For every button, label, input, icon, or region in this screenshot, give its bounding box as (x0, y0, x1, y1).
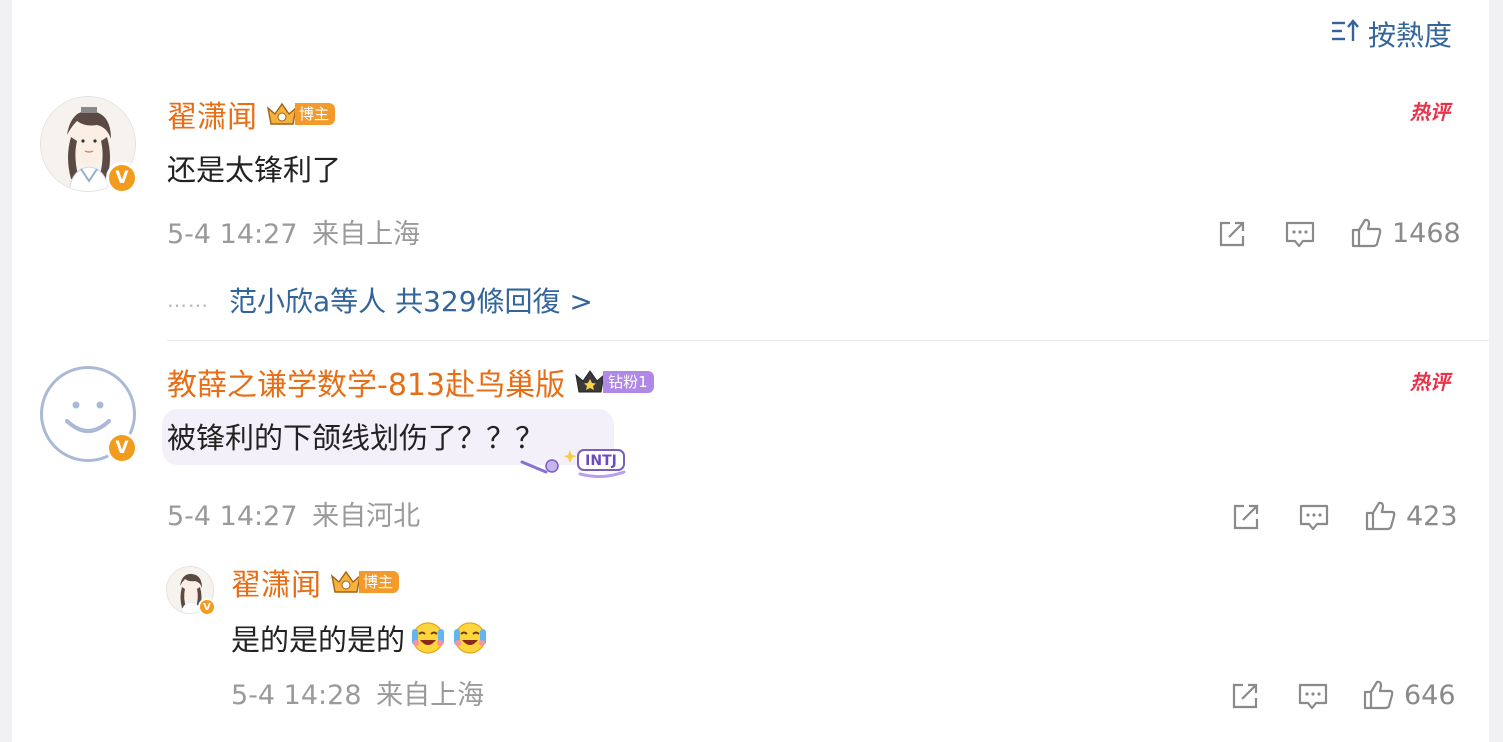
hot-comment-tag: 热评 (1410, 370, 1450, 394)
view-replies-link[interactable]: 范小欣a等人 共329條回復 > (229, 280, 593, 320)
reply-location: 来自上海 (376, 680, 485, 711)
comment-header: 翟潇闻 博主 (167, 92, 336, 136)
like-count: 1468 (1392, 217, 1461, 249)
share-icon (1232, 683, 1258, 709)
reply-username[interactable]: 翟潇闻 (231, 560, 321, 604)
comment-time: 5-4 14:27 (167, 219, 298, 250)
like-button[interactable]: 646 (1362, 678, 1456, 712)
verified-badge: V (106, 432, 138, 464)
hot-comment-tag: 热评 (1410, 100, 1450, 124)
intj-sticker: INTJ (518, 436, 628, 479)
thumbs-up-icon (1351, 218, 1382, 248)
comment-section: 按熱度 V 翟潇闻 博主 热评 还是太锋利了 5-4 14:27 来自上海 14… (0, 0, 1503, 742)
avatar[interactable]: V (40, 366, 138, 464)
fan-crown-icon (575, 370, 605, 393)
reply-time: 5-4 14:28 (231, 680, 362, 711)
comment-meta: 5-4 14:27 来自上海 (167, 216, 420, 254)
comment-icon (1299, 504, 1329, 531)
reply-header: 翟潇闻 博主 (231, 560, 400, 604)
comment-time: 5-4 14:27 (167, 501, 298, 532)
thumbs-up-icon (1365, 501, 1396, 531)
comment-button[interactable] (1283, 218, 1317, 250)
blogger-badge: 博主 (265, 102, 336, 126)
divider (167, 340, 1489, 341)
crown-icon (266, 102, 298, 125)
sort-label: 按熱度 (1368, 19, 1453, 52)
comment-meta: 5-4 14:27 来自河北 (167, 498, 420, 536)
reply-content: 是的是的是的 (231, 616, 489, 660)
sticker-text: INTJ (585, 453, 617, 469)
comment-text: 还是太锋利了 (167, 153, 342, 187)
laugh-cry-emoji-icon (454, 622, 487, 654)
right-gutter (1489, 0, 1503, 742)
diamond-fan-badge: 钻粉1 (573, 370, 654, 394)
username[interactable]: 翟潇闻 (167, 92, 257, 136)
share-icon (1219, 221, 1245, 247)
verified-badge: V (198, 598, 216, 616)
ellipsis: …… (167, 288, 209, 312)
comment-header: 教薛之谦学数学-813赴鸟巢版 钻粉1 (167, 360, 654, 404)
share-button[interactable] (1229, 680, 1261, 712)
avatar[interactable]: V (40, 96, 138, 194)
comment-location: 来自河北 (312, 501, 421, 532)
share-icon (1233, 504, 1259, 530)
username[interactable]: 教薛之谦学数学-813赴鸟巢版 (167, 360, 565, 404)
comment-icon (1285, 221, 1315, 248)
comment-text: 被锋利的下颌线划伤了？？？ (167, 421, 545, 455)
like-count: 646 (1404, 679, 1456, 711)
like-button[interactable]: 423 (1364, 499, 1458, 533)
sort-by-popularity-button[interactable]: 按熱度 (1330, 14, 1452, 54)
comment-icon (1298, 683, 1328, 710)
crown-icon (330, 570, 362, 593)
replies-summary[interactable]: …… 范小欣a等人 共329條回復 > (167, 280, 593, 320)
comment-location: 来自上海 (312, 219, 421, 250)
reply-meta: 5-4 14:28 来自上海 (231, 677, 484, 715)
reply-avatar[interactable]: V (166, 566, 216, 616)
share-button[interactable] (1216, 218, 1248, 250)
blogger-badge: 博主 (329, 570, 400, 594)
sort-icon (1330, 17, 1360, 52)
share-button[interactable] (1230, 501, 1262, 533)
comment-button[interactable] (1297, 501, 1331, 533)
thumbs-up-icon (1363, 680, 1394, 710)
left-gutter (0, 0, 12, 742)
laugh-cry-emoji-icon (412, 622, 445, 654)
reply-text: 是的是的是的 (231, 623, 406, 657)
like-count: 423 (1406, 500, 1458, 532)
like-button[interactable]: 1468 (1350, 216, 1461, 250)
comment-button[interactable] (1296, 680, 1330, 712)
verified-badge: V (106, 162, 138, 194)
